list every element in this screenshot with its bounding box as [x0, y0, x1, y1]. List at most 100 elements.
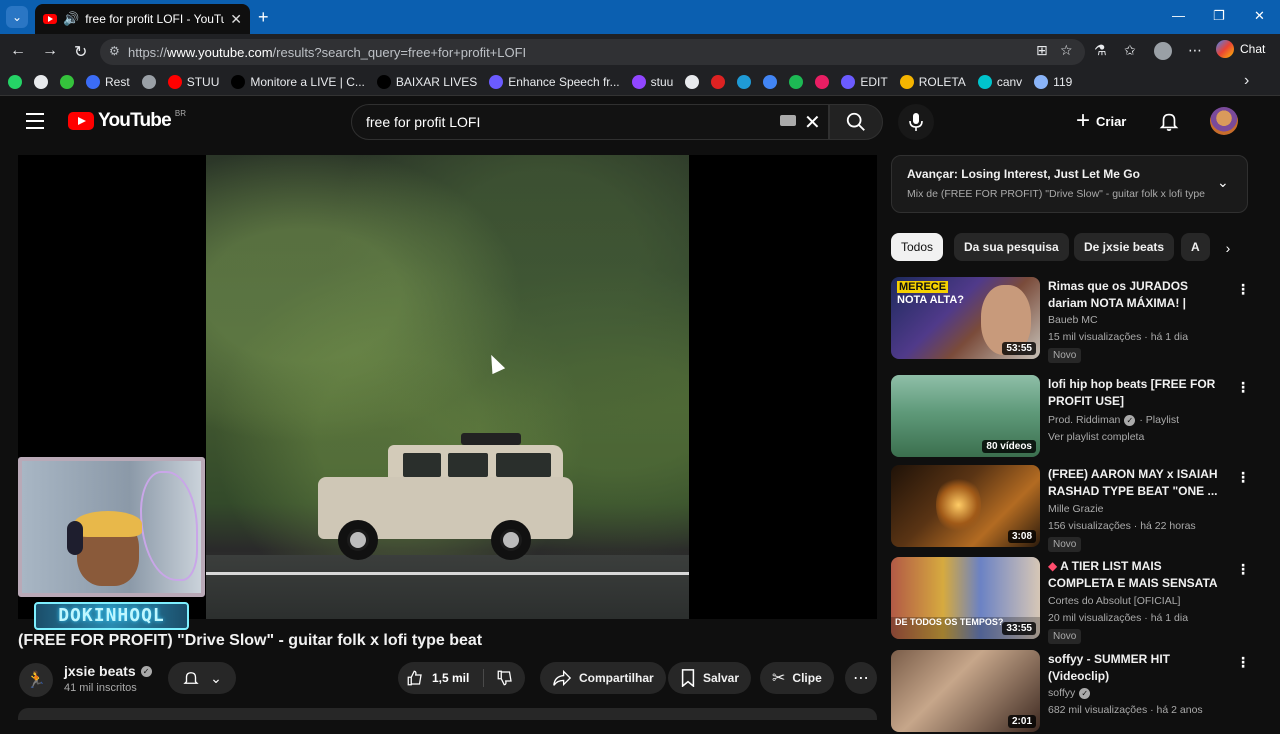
video-thumbnail[interactable]: 3:08 — [891, 465, 1040, 547]
chip-todos[interactable]: Todos — [891, 233, 944, 261]
recommendation-channel[interactable]: Mille Grazie — [1048, 503, 1103, 515]
url-prefix: https:// — [128, 44, 168, 60]
bookmark-item[interactable] — [815, 74, 830, 89]
bookmark-item[interactable] — [763, 74, 778, 89]
recommendation-title[interactable]: lofi hip hop beats [FREE FOR PROFIT USE] — [1048, 376, 1230, 410]
bookmark-item[interactable] — [789, 74, 804, 89]
extensions-icon[interactable]: ⚗ — [1094, 42, 1107, 59]
recommendation-item[interactable]: 2:01 soffyy - SUMMER HIT (Videoclip) sof… — [891, 650, 1251, 734]
chevron-right-icon[interactable]: › — [1216, 236, 1240, 260]
window-close-icon[interactable]: ✕ — [1254, 8, 1265, 24]
menu-icon[interactable] — [26, 113, 44, 134]
subscription-notifications-button[interactable]: ⌄ — [168, 662, 236, 694]
bookmark-item[interactable]: 119 — [1034, 74, 1072, 89]
scissors-icon: ✂ — [772, 670, 786, 687]
bookmark-item[interactable]: EDIT — [841, 74, 888, 89]
share-button[interactable]: Compartilhar — [540, 662, 666, 694]
create-button[interactable]: + Criar — [1076, 106, 1126, 136]
search-button[interactable] — [829, 104, 883, 140]
bookmark-item[interactable] — [34, 74, 48, 89]
install-app-icon[interactable]: ⊞ — [1036, 42, 1048, 59]
menu-dots-icon[interactable]: ⋯ — [1188, 42, 1202, 59]
more-options-icon[interactable]: ⋮ — [1236, 469, 1250, 486]
recommendation-channel-row[interactable]: Prod. Riddiman ✓ · Playlist — [1048, 414, 1179, 426]
audio-playing-icon[interactable]: 🔊 — [63, 11, 79, 27]
video-thumbnail[interactable]: MERECE NOTA ALTA? 53:55 — [891, 277, 1040, 359]
favorites-icon[interactable]: ✩ — [1124, 42, 1136, 59]
channel-avatar[interactable]: 🏃 — [19, 663, 53, 697]
chip-da-sua-pesquisa[interactable]: Da sua pesquisa — [954, 233, 1069, 261]
recommendation-item[interactable]: MERECE NOTA ALTA? 53:55 Rimas que os JURA… — [891, 277, 1251, 363]
chat-button[interactable]: Chat — [1216, 40, 1265, 58]
recommendation-title[interactable]: (FREE) AARON MAY x ISAIAH RASHAD TYPE BE… — [1048, 466, 1230, 500]
bookmark-star-icon[interactable]: ☆ — [1060, 42, 1073, 59]
dislike-button[interactable] — [496, 669, 514, 692]
recommendation-channel[interactable]: Baueb MC — [1048, 314, 1098, 326]
bookmark-item[interactable] — [8, 74, 22, 89]
bookmark-item[interactable]: Enhance Speech fr... — [489, 74, 620, 89]
close-tab-icon[interactable]: ✕ — [230, 11, 242, 28]
bookmark-item[interactable] — [737, 74, 752, 89]
channel-name[interactable]: jxsie beats — [64, 663, 136, 679]
search-input[interactable]: free for profit LOFI ✕ — [351, 104, 829, 140]
more-actions-button[interactable]: ⋯ — [845, 662, 877, 694]
playlist-thumbnail[interactable]: 80 vídeos — [891, 375, 1040, 457]
bookmark-item[interactable]: Rest — [86, 74, 130, 89]
description-box[interactable] — [18, 708, 877, 720]
browser-tab[interactable]: 🔊 free for profit LOFI - YouTube ✕ — [35, 4, 250, 34]
bookmark-item[interactable]: stuu — [631, 74, 673, 89]
account-avatar[interactable] — [1210, 107, 1238, 135]
recommendation-item[interactable]: DE TODOS OS TEMPOS? 33:55 ◆ A TIER LIST … — [891, 557, 1251, 644]
chip-de-jxsie-beats[interactable]: De jxsie beats — [1074, 233, 1175, 261]
restore-icon[interactable]: ❐ — [1213, 8, 1225, 24]
view-full-playlist-link[interactable]: Ver playlist completa — [1048, 431, 1144, 443]
keyboard-icon[interactable] — [780, 115, 796, 126]
bookmarks-overflow-icon[interactable]: › — [1244, 72, 1249, 90]
bookmark-item[interactable]: BAIXAR LIVES — [376, 74, 477, 89]
recommendation-channel[interactable]: Cortes do Absolut [OFICIAL] — [1048, 595, 1180, 607]
more-options-icon[interactable]: ⋮ — [1236, 654, 1250, 671]
youtube-logo[interactable]: YouTube BR — [68, 109, 186, 132]
minimize-icon[interactable]: — — [1172, 8, 1185, 23]
bookmark-item[interactable] — [60, 74, 74, 89]
bookmark-item[interactable] — [141, 74, 156, 89]
forward-icon[interactable]: → — [42, 42, 58, 60]
more-options-icon[interactable]: ⋮ — [1236, 379, 1250, 396]
chevron-down-icon[interactable]: ⌄ — [1217, 174, 1229, 191]
recommendation-item[interactable]: 80 vídeos lofi hip hop beats [FREE FOR P… — [891, 375, 1251, 459]
bookmark-item[interactable]: STUU — [167, 74, 219, 89]
bookmark-item[interactable]: ROLETA — [899, 74, 966, 89]
recommendation-channel-row[interactable]: soffyy ✓ — [1048, 687, 1091, 699]
autoplay-next-panel[interactable]: Avançar: Losing Interest, Just Let Me Go… — [891, 155, 1248, 213]
clip-button[interactable]: ✂ Clipe — [760, 662, 834, 694]
video-thumbnail[interactable]: DE TODOS OS TEMPOS? 33:55 — [891, 557, 1040, 639]
recommendation-channel[interactable]: soffyy — [1048, 687, 1075, 699]
reload-icon[interactable]: ↻ — [74, 42, 87, 62]
recommendation-channel[interactable]: Prod. Riddiman — [1048, 414, 1120, 426]
tab-search-button[interactable]: ⌄ — [6, 6, 28, 28]
chip-more[interactable]: A — [1181, 233, 1210, 261]
address-bar[interactable]: ⚙ https://www.youtube.com/results?search… — [100, 39, 1085, 65]
video-duration: 2:01 — [1007, 715, 1036, 728]
channel-name-row[interactable]: jxsie beats ✓ — [64, 663, 152, 679]
clear-search-icon[interactable]: ✕ — [804, 110, 821, 135]
like-button[interactable]: 1,5 mil — [406, 662, 469, 694]
recommendation-title[interactable]: ◆ A TIER LIST MAIS COMPLETA E MAIS SENSA… — [1048, 558, 1230, 592]
voice-search-button[interactable] — [898, 104, 934, 140]
browser-profile-avatar[interactable] — [1154, 42, 1172, 60]
recommendation-title[interactable]: Rimas que os JURADOS dariam NOTA MÁXIMA!… — [1048, 278, 1230, 312]
bookmark-item[interactable] — [685, 74, 700, 89]
bookmark-item[interactable] — [711, 74, 726, 89]
more-options-icon[interactable]: ⋮ — [1236, 561, 1250, 578]
save-button[interactable]: Salvar — [668, 662, 752, 694]
bookmark-item[interactable]: Monitore a LIVE | C... — [231, 74, 365, 89]
new-tab-button[interactable]: + — [258, 7, 269, 28]
recommendation-item[interactable]: 3:08 (FREE) AARON MAY x ISAIAH RASHAD TY… — [891, 465, 1251, 552]
notifications-button[interactable] — [1158, 110, 1180, 137]
more-options-icon[interactable]: ⋮ — [1236, 281, 1250, 298]
site-info-icon[interactable]: ⚙ — [109, 44, 120, 58]
recommendation-title[interactable]: soffyy - SUMMER HIT (Videoclip) — [1048, 651, 1230, 685]
video-frame[interactable] — [206, 155, 689, 619]
bookmark-item[interactable]: canv — [977, 74, 1022, 89]
back-icon[interactable]: ← — [10, 42, 26, 60]
